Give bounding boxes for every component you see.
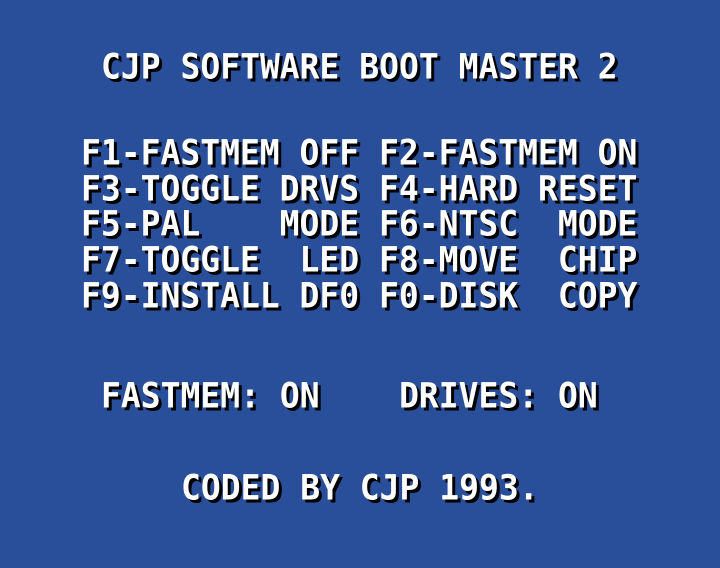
fastmem-on-option[interactable]: F2-FASTMEM ON — [379, 132, 637, 173]
menu-row-3: F5-PAL MODE F6-NTSC MODE — [81, 203, 637, 244]
menu-row-5: F9-INSTALL DF0 F0-DISK COPY — [81, 275, 637, 316]
fastmem-status-value: ON — [279, 374, 320, 416]
fastmem-off-option[interactable]: F1-FASTMEM OFF — [81, 132, 359, 173]
credit-line: CODED BY CJP 1993. — [181, 466, 539, 508]
status-line: FASTMEM: ON DRIVES: ON — [101, 374, 598, 416]
fastmem-status-label: FASTMEM: — [101, 374, 260, 416]
menu-row-1: F1-FASTMEM OFF F2-FASTMEM ON — [81, 132, 637, 173]
install-df0-option[interactable]: F9-INSTALL DF0 — [81, 275, 359, 316]
drives-status-label: DRIVES: — [399, 374, 539, 416]
toggle-led-option[interactable]: F7-TOGGLE LED — [81, 239, 359, 280]
ntsc-mode-option[interactable]: F6-NTSC MODE — [379, 203, 637, 244]
move-chip-option[interactable]: F8-MOVE CHIP — [379, 239, 637, 280]
drives-status-value: ON — [558, 374, 598, 416]
disk-copy-option[interactable]: F0-DISK COPY — [379, 275, 637, 316]
title: CJP SOFTWARE BOOT MASTER 2 — [101, 45, 618, 87]
boot-screen: CJP SOFTWARE BOOT MASTER 2 F1-FASTMEM OF… — [0, 0, 720, 568]
menu-row-4: F7-TOGGLE LED F8-MOVE CHIP — [81, 239, 637, 280]
pal-mode-option[interactable]: F5-PAL MODE — [81, 203, 359, 244]
